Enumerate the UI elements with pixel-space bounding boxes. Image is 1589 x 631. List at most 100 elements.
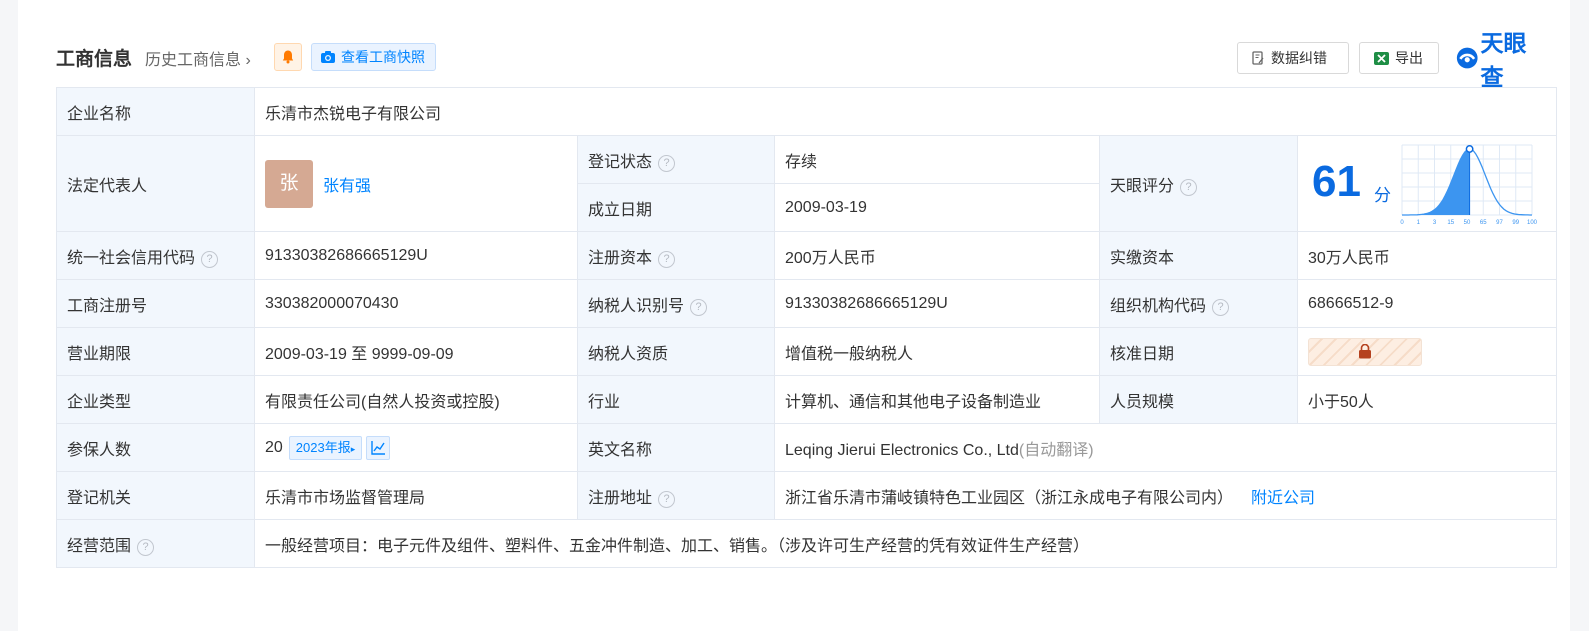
avatar: 张 xyxy=(265,159,313,208)
approval-date-cell xyxy=(1296,327,1558,376)
score-marker-dot xyxy=(1465,145,1474,153)
scope-label: 经营范围 xyxy=(67,537,132,555)
help-icon[interactable]: ? xyxy=(690,298,708,316)
term-value: 2009-03-19 至 9999-09-09 xyxy=(254,327,578,376)
score-distribution-chart: 0 1 3 15 50 65 97 99 100 xyxy=(1400,144,1538,225)
insured-label: 参保人数 xyxy=(56,423,255,472)
help-icon[interactable]: ? xyxy=(137,538,155,556)
caret-right-icon: ▸ xyxy=(350,443,356,454)
taxpayer-id-label: 纳税人识别号 xyxy=(588,297,685,315)
nearby-companies-link[interactable]: 附近公司 xyxy=(1251,490,1315,507)
company-name-value: 乐清市杰锐电子有限公司 xyxy=(253,87,1558,136)
authority-label: 登记机关 xyxy=(56,471,255,520)
industry-value: 计算机、通信和其他电子设备制造业 xyxy=(774,375,1100,424)
table-row: 企业名称 乐清市杰锐电子有限公司 xyxy=(56,87,1558,136)
english-name-cell: Leqing Jierui Electronics Co., Ltd(自动翻译) xyxy=(773,423,1558,472)
company-type-value: 有限责任公司(自然人投资或控股) xyxy=(254,375,578,424)
score-value: 61 xyxy=(1312,157,1361,206)
taxpayer-type-label: 纳税人资质 xyxy=(577,327,775,376)
tick-label: 65 xyxy=(1480,220,1487,225)
help-icon[interactable]: ? xyxy=(201,250,219,268)
credit-code-label-cell: 统一社会信用代码? xyxy=(56,231,255,280)
industry-label: 行业 xyxy=(577,375,775,424)
scope-value: 一般经营项目：电子元件及组件、塑料件、五金冲件制造、加工、销售。（涉及许可生产经… xyxy=(253,519,1558,568)
insured-value: 20 xyxy=(265,438,283,456)
tick-label: 99 xyxy=(1512,220,1519,225)
address-label: 注册地址 xyxy=(588,489,653,507)
tick-label: 50 xyxy=(1464,220,1471,225)
locked-value-button[interactable] xyxy=(1308,337,1422,366)
section-header: 工商信息 历史工商信息 › 查看工商快照 数据纠错 导出 天眼查 xyxy=(56,30,1540,90)
snapshot-button-label: 查看工商快照 xyxy=(341,49,425,65)
reg-no-value: 330382000070430 xyxy=(254,279,578,328)
scope-label-cell: 经营范围? xyxy=(56,519,255,568)
org-code-label-cell: 组织机构代码? xyxy=(1099,279,1298,328)
address-value: 浙江省乐清市蒲岐镇特色工业园区（浙江永成电子有限公司内） xyxy=(785,489,1234,507)
bell-icon xyxy=(282,50,294,64)
business-info-table: 企业名称 乐清市杰锐电子有限公司 法定代表人 张张有强 登记状态? 存续 天眼评… xyxy=(56,87,1558,568)
annual-report-badge[interactable]: 2023年报▸ xyxy=(288,435,363,460)
subscribe-bell-button[interactable] xyxy=(274,43,302,71)
tick-label: 0 xyxy=(1400,220,1404,225)
table-row: 参保人数 20 2023年报▸ 英文名称 Leqing Jierui Electr… xyxy=(56,423,1558,472)
table-row: 营业期限 2009-03-19 至 9999-09-09 纳税人资质 增值税一般… xyxy=(56,327,1558,376)
org-code-label: 组织机构代码 xyxy=(1110,297,1207,315)
table-row: 登记机关 乐清市市场监督管理局 注册地址? 浙江省乐清市蒲岐镇特色工业园区（浙江… xyxy=(56,471,1558,520)
logo-icon xyxy=(1456,47,1478,69)
paid-capital-value: 30万人民币 xyxy=(1296,231,1558,280)
chevron-right-icon: › xyxy=(241,52,251,69)
status-value: 存续 xyxy=(774,135,1100,184)
camera-icon xyxy=(321,51,335,63)
table-row: 经营范围? 一般经营项目：电子元件及组件、塑料件、五金冲件制造、加工、销售。（涉… xyxy=(56,519,1558,568)
help-icon[interactable]: ? xyxy=(1212,298,1230,316)
help-icon[interactable]: ? xyxy=(658,154,676,172)
tick-label: 100 xyxy=(1527,220,1538,225)
trend-chart-button[interactable] xyxy=(366,435,391,460)
export-label: 导出 xyxy=(1395,50,1423,66)
score-label-cell: 天眼评分? xyxy=(1099,135,1298,232)
status-label-cell: 登记状态? xyxy=(577,135,775,184)
history-info-link[interactable]: 历史工商信息 › xyxy=(145,46,251,70)
tick-label: 97 xyxy=(1496,220,1503,225)
annual-report-label: 2023年报 xyxy=(295,439,351,455)
data-correction-label: 数据纠错 xyxy=(1271,50,1327,66)
trend-chart-icon xyxy=(371,440,386,455)
table-row: 工商注册号 330382000070430 纳税人识别号? 9133038268… xyxy=(56,279,1558,328)
term-label: 营业期限 xyxy=(56,327,255,376)
taxpayer-type-value: 增值税一般纳税人 xyxy=(774,327,1100,376)
reg-capital-label-cell: 注册资本? xyxy=(577,231,775,280)
excel-icon xyxy=(1374,51,1389,65)
legal-rep-label: 法定代表人 xyxy=(56,135,255,232)
org-code-value: 68666512-9 xyxy=(1296,279,1558,328)
help-icon[interactable]: ? xyxy=(658,250,676,268)
auto-translate-note: (自动翻译) xyxy=(1018,441,1094,459)
score-cell[interactable]: 61 分 0 1 3 15 50 65 97 99 100 xyxy=(1296,135,1558,232)
founded-value: 2009-03-19 xyxy=(774,183,1100,232)
export-button[interactable]: 导出 xyxy=(1359,42,1439,74)
history-info-label: 历史工商信息 xyxy=(145,52,242,69)
reg-capital-label: 注册资本 xyxy=(588,249,653,267)
taxpayer-id-value: 91330382686665129U xyxy=(774,279,1100,328)
tick-label: 15 xyxy=(1447,220,1454,225)
lock-icon xyxy=(1359,343,1371,358)
tick-label: 3 xyxy=(1433,220,1437,225)
help-icon[interactable]: ? xyxy=(658,490,676,508)
logo-text: 天眼查 xyxy=(1480,30,1527,90)
address-cell: 浙江省乐清市蒲岐镇特色工业园区（浙江永成电子有限公司内） 附近公司 xyxy=(773,471,1558,520)
credit-code-value: 91330382686665129U xyxy=(254,231,578,280)
tick-label: 1 xyxy=(1417,220,1421,225)
legal-rep-name-link[interactable]: 张有强 xyxy=(323,178,371,195)
table-row: 统一社会信用代码? 91330382686665129U 注册资本? 200万人… xyxy=(56,231,1558,280)
data-correction-button[interactable]: 数据纠错 xyxy=(1237,42,1349,74)
help-icon[interactable]: ? xyxy=(1180,178,1198,196)
section-title: 工商信息 xyxy=(56,49,133,70)
company-name-label: 企业名称 xyxy=(56,87,255,136)
authority-value: 乐清市市场监督管理局 xyxy=(254,471,578,520)
snapshot-button[interactable]: 查看工商快照 xyxy=(311,43,436,71)
insured-cell: 20 2023年报▸ xyxy=(254,423,578,472)
status-label: 登记状态 xyxy=(588,153,653,171)
staff-size-label: 人员规模 xyxy=(1099,375,1298,424)
legal-rep-cell: 张张有强 xyxy=(254,135,578,232)
table-row: 法定代表人 张张有强 登记状态? 存续 天眼评分? 61 分 0 1 3 15 50 65… xyxy=(56,135,1558,232)
score-label: 天眼评分 xyxy=(1110,177,1175,195)
